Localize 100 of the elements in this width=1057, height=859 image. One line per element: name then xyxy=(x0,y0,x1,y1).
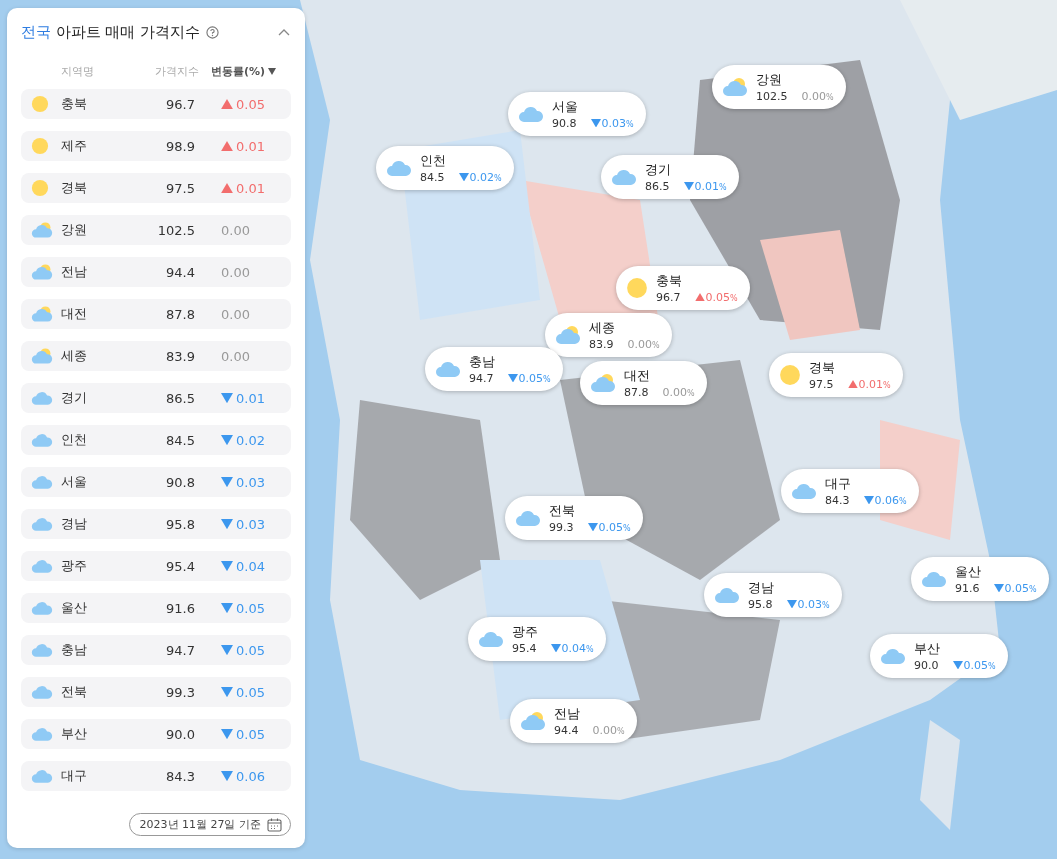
region-name: 대구 xyxy=(61,767,88,785)
region-bubble[interactable]: 서울 90.8 0.03% xyxy=(508,92,646,136)
help-icon[interactable] xyxy=(205,25,219,39)
region-bubble[interactable]: 광주 95.4 0.04% xyxy=(468,617,606,661)
region-name: 충북 xyxy=(656,272,683,290)
change-rate: 0.00 xyxy=(221,222,250,238)
down-triangle-icon xyxy=(993,583,1004,593)
price-index: 84.5 xyxy=(165,432,195,448)
region-bubble[interactable]: 세종 83.9 0.00% xyxy=(545,313,672,357)
region-name: 전북 xyxy=(61,683,88,701)
region-row[interactable]: 충남 94.7 0.05 xyxy=(21,635,291,665)
change-rate: 0.05 xyxy=(236,600,265,616)
region-row[interactable]: 세종 83.9 0.00 xyxy=(21,341,291,371)
column-header: 가격지수 xyxy=(155,64,199,79)
down-triangle-icon xyxy=(221,770,233,782)
down-triangle-icon xyxy=(221,518,233,530)
region-name: 울산 xyxy=(955,563,982,581)
price-index: 102.5 xyxy=(156,222,195,238)
region-row[interactable]: 광주 95.4 0.04 xyxy=(21,551,291,581)
region-bubble[interactable]: 경남 95.8 0.03% xyxy=(704,573,842,617)
region-name: 서울 xyxy=(552,98,579,116)
down-triangle-icon xyxy=(458,172,469,182)
region-row[interactable]: 울산 91.6 0.05 xyxy=(21,593,291,623)
price-index: 86.5 xyxy=(645,179,670,193)
region-name: 전남 xyxy=(554,705,581,723)
region-name: 충남 xyxy=(469,353,496,371)
price-index: 84.5 xyxy=(420,170,445,184)
change-rate: 0.05% xyxy=(598,520,631,534)
panel-title: 전국 아파트 매매 가격지수 xyxy=(21,22,200,42)
region-bubble[interactable]: 충북 96.7 0.05% xyxy=(616,266,750,310)
up-triangle-icon xyxy=(221,182,233,194)
region-row[interactable]: 부산 90.0 0.05 xyxy=(21,719,291,749)
region-name: 대구 xyxy=(825,475,852,493)
region-bubble[interactable]: 충남 94.7 0.05% xyxy=(425,347,563,391)
region-name: 경남 xyxy=(61,515,88,533)
price-index: 83.9 xyxy=(589,337,614,351)
change-rate: 0.00% xyxy=(627,337,660,351)
price-index: 83.9 xyxy=(165,348,195,364)
price-index: 94.7 xyxy=(165,642,195,658)
down-triangle-icon xyxy=(587,522,598,532)
change-rate: 0.02% xyxy=(469,170,502,184)
price-index: 99.3 xyxy=(165,684,195,700)
down-triangle-icon xyxy=(221,434,233,446)
change-rate: 0.03 xyxy=(236,474,265,490)
change-rate: 0.01% xyxy=(694,179,727,193)
calendar-icon xyxy=(267,817,282,832)
price-index: 91.6 xyxy=(955,581,980,595)
region-bubble[interactable]: 인천 84.5 0.02% xyxy=(376,146,514,190)
region-bubble[interactable]: 전남 94.4 0.00% xyxy=(510,699,637,743)
price-index: 90.8 xyxy=(552,116,577,130)
price-index: 84.3 xyxy=(825,493,850,507)
change-rate: 0.06 xyxy=(236,768,265,784)
region-bubble[interactable]: 울산 91.6 0.05% xyxy=(911,557,1049,601)
column-header: 지역명 xyxy=(60,64,94,79)
region-name: 강원 xyxy=(61,221,88,239)
region-row[interactable]: 강원 102.5 0.00 xyxy=(21,215,291,245)
region-name: 울산 xyxy=(61,599,88,617)
region-row[interactable]: 경기 86.5 0.01 xyxy=(21,383,291,413)
date-button[interactable]: 2023년 11월 27일 기준 xyxy=(128,813,291,836)
region-name: 경북 xyxy=(809,359,836,377)
change-rate: 0.05% xyxy=(518,371,551,385)
region-row[interactable]: 서울 90.8 0.03 xyxy=(21,467,291,497)
region-row[interactable]: 경북 97.5 0.01 xyxy=(21,173,291,203)
region-bubble[interactable]: 대전 87.8 0.00% xyxy=(580,361,707,405)
down-triangle-icon xyxy=(221,686,233,698)
price-index: 96.7 xyxy=(656,290,681,304)
down-triangle-icon xyxy=(590,118,601,128)
change-rate: 0.00 xyxy=(221,306,250,322)
change-rate: 0.00% xyxy=(801,89,834,103)
region-bubble[interactable]: 전북 99.3 0.05% xyxy=(505,496,643,540)
down-triangle-icon xyxy=(221,644,233,656)
column-header[interactable]: 변동률(%) xyxy=(199,64,277,79)
region-name: 전남 xyxy=(61,263,88,281)
change-rate: 0.05% xyxy=(1004,581,1037,595)
region-row[interactable]: 경남 95.8 0.03 xyxy=(21,509,291,539)
region-bubble[interactable]: 경북 97.5 0.01% xyxy=(769,353,903,397)
down-triangle-icon xyxy=(221,476,233,488)
region-name: 서울 xyxy=(61,473,88,491)
price-index: 86.5 xyxy=(165,390,195,406)
region-row[interactable]: 전북 99.3 0.05 xyxy=(21,677,291,707)
region-row[interactable]: 충북 96.7 0.05 xyxy=(21,89,291,119)
region-row[interactable]: 대구 84.3 0.06 xyxy=(21,761,291,791)
down-triangle-icon xyxy=(221,392,233,404)
region-row[interactable]: 인천 84.5 0.02 xyxy=(21,425,291,455)
collapse-button[interactable] xyxy=(277,27,291,37)
change-rate: 0.04% xyxy=(561,641,594,655)
region-row[interactable]: 대전 87.8 0.00 xyxy=(21,299,291,329)
region-row[interactable]: 제주 98.9 0.01 xyxy=(21,131,291,161)
price-index: 95.4 xyxy=(512,641,537,655)
down-triangle-icon xyxy=(221,560,233,572)
region-bubble[interactable]: 경기 86.5 0.01% xyxy=(601,155,739,199)
region-bubble[interactable]: 대구 84.3 0.06% xyxy=(781,469,919,513)
price-index: 95.4 xyxy=(165,558,195,574)
region-bubble[interactable]: 강원 102.5 0.00% xyxy=(712,65,846,109)
region-row[interactable]: 전남 94.4 0.00 xyxy=(21,257,291,287)
region-bubble[interactable]: 부산 90.0 0.05% xyxy=(870,634,1008,678)
region-name: 경기 xyxy=(61,389,88,407)
price-index: 91.6 xyxy=(165,600,195,616)
price-index: 90.0 xyxy=(914,658,939,672)
price-index: 94.4 xyxy=(554,723,579,737)
